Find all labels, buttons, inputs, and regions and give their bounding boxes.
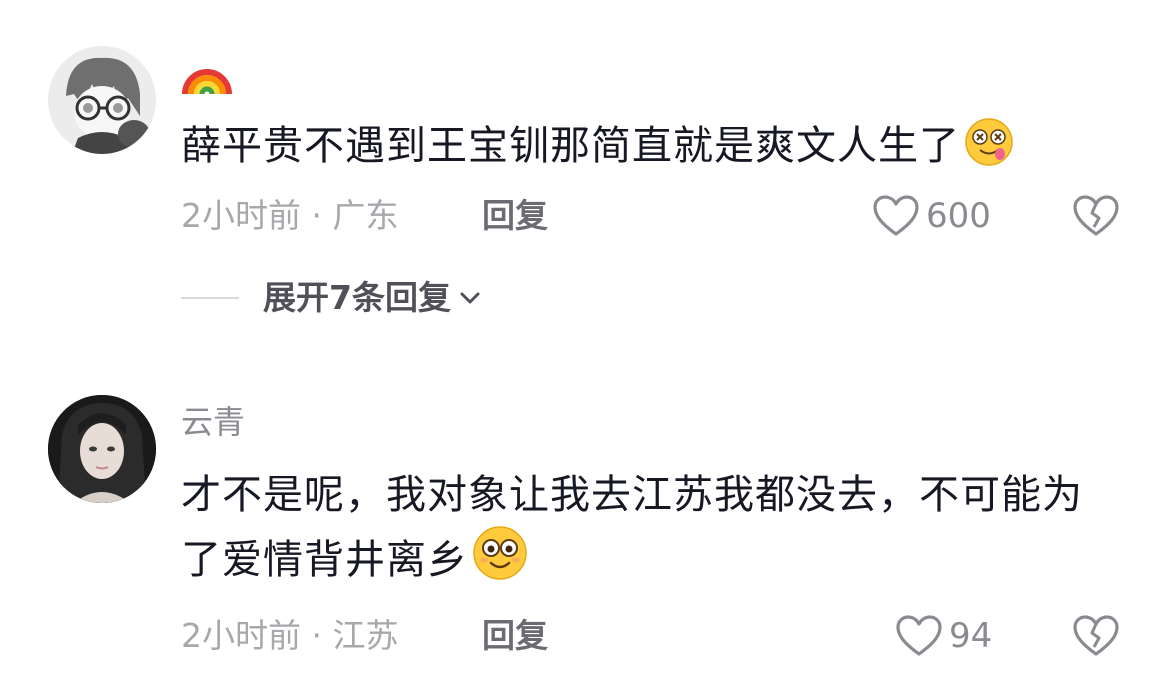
comment-text-content: 才不是呢，我对象让我去江苏我都没去，不可能为了爱情背井离乡: [181, 472, 1083, 583]
like-button[interactable]: 600: [872, 194, 991, 238]
dislike-button[interactable]: [1072, 614, 1120, 658]
dislike-button[interactable]: [1072, 194, 1120, 238]
comment-meta: 2小时前 · 广东: [181, 196, 398, 236]
avatar-photo: [48, 395, 156, 503]
broken-heart-icon: [1073, 195, 1119, 236]
like-count: 94: [949, 616, 993, 656]
chevron-down-icon: [460, 292, 480, 304]
reply-button[interactable]: 回复: [482, 196, 548, 236]
comment-text-content: 薛平贵不遇到王宝钏那简直就是爽文人生了: [181, 123, 960, 169]
like-button[interactable]: 94: [895, 614, 992, 658]
meta-separator: ·: [301, 616, 333, 655]
comment-text: 薛平贵不遇到王宝钏那简直就是爽文人生了: [181, 116, 1111, 184]
avatar-illustration: [48, 46, 156, 154]
username[interactable]: [181, 48, 233, 96]
comment-text: 才不是呢，我对象让我去江苏我都没去，不可能为了爱情背井离乡: [181, 465, 1111, 598]
reply-button[interactable]: 回复: [482, 616, 548, 656]
broken-heart-icon: [1073, 615, 1119, 656]
smiling-emoji-icon: [472, 525, 528, 598]
rainbow-icon: [182, 69, 232, 95]
avatar[interactable]: [48, 46, 156, 154]
expand-replies-label: 展开7条回复: [263, 278, 451, 317]
comment-time: 2小时前: [181, 616, 301, 655]
drooling-dizzy-emoji-icon: [964, 117, 1014, 184]
comment-time: 2小时前: [181, 196, 301, 235]
avatar[interactable]: [48, 395, 156, 503]
meta-separator: ·: [301, 196, 333, 235]
heart-icon: [896, 615, 942, 656]
like-count: 600: [926, 196, 991, 236]
comment-location: 江苏: [332, 616, 399, 655]
expand-replies-button[interactable]: 展开7条回复: [181, 278, 481, 318]
comment-location: 广东: [332, 196, 399, 235]
divider-line: [181, 297, 239, 299]
username[interactable]: 云青: [181, 402, 245, 442]
comment-meta: 2小时前 · 江苏: [181, 616, 398, 656]
heart-icon: [873, 195, 919, 236]
